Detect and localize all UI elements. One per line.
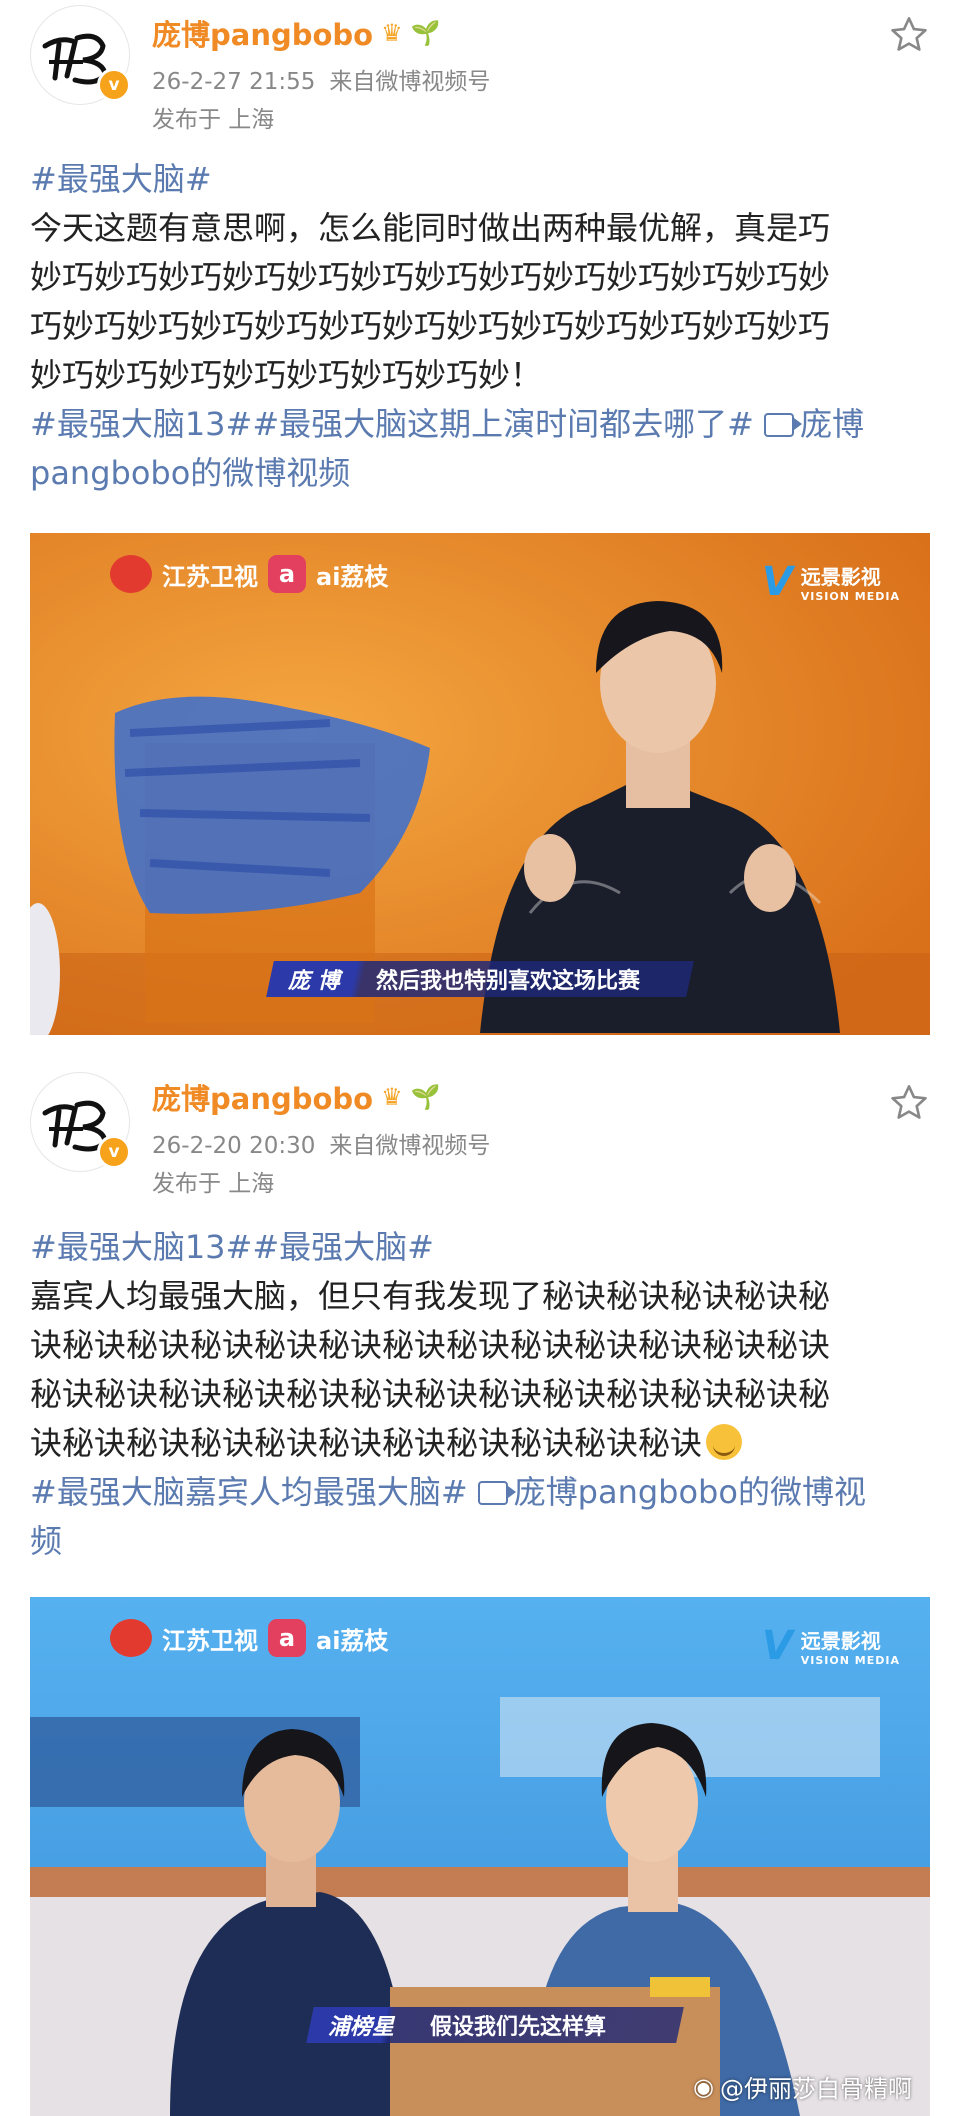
post-body: #最强大脑13##最强大脑# 嘉宾人均最强大脑，但只有我发现了秘诀秘诀秘诀秘诀秘…	[30, 1223, 910, 1566]
post-datetime: 26-2-27 21:55	[152, 69, 316, 95]
post-text-line: 嘉宾人均最强大脑，但只有我发现了秘诀秘诀秘诀秘诀秘	[30, 1277, 831, 1315]
platform-name: ai荔枝	[316, 562, 389, 591]
author-row: 庞博pangbobo ♛ 🌱	[152, 12, 441, 54]
hashtag-link[interactable]: #最强大脑#	[30, 155, 910, 204]
producer-name: 远景影视	[800, 565, 881, 589]
post-datetime: 26-2-20 20:30	[152, 1133, 316, 1159]
post-text-line: 妙巧妙巧妙巧妙巧妙巧妙巧妙巧妙巧妙巧妙巧妙巧妙巧妙	[30, 258, 831, 296]
channel-logos: 江苏卫视 a ai荔枝	[110, 1619, 388, 1657]
verified-badge-icon: v	[97, 1135, 131, 1169]
star-icon[interactable]	[888, 14, 930, 56]
hashtag-link[interactable]: #最强大脑嘉宾人均最强大脑#	[30, 1473, 468, 1511]
username[interactable]: 庞博pangbobo	[152, 1076, 373, 1118]
username[interactable]: 庞博pangbobo	[152, 12, 373, 54]
channel-name: 江苏卫视	[162, 1626, 258, 1655]
subtitle-speaker: 庞 博	[288, 969, 340, 994]
hashtag-link[interactable]: #最强大脑13##最强大脑这期上演时间都去哪了#	[30, 405, 754, 443]
smile-emoji-icon	[706, 1424, 743, 1460]
video-frame	[30, 533, 930, 1035]
avatar[interactable]: v	[30, 5, 131, 105]
weibo-logo-icon: ◉	[693, 2072, 714, 2101]
ai-lizhi-logo-icon: a	[268, 1619, 306, 1657]
avatar[interactable]: v	[30, 1072, 131, 1172]
video-link-icon	[763, 413, 802, 437]
subtitle-text: 假设我们先这样算	[430, 2015, 607, 2040]
post-source[interactable]: 来自微博视频号	[329, 69, 490, 95]
channel-logos: 江苏卫视 a ai荔枝	[110, 555, 388, 593]
post-location: 发布于 上海	[152, 1171, 275, 1197]
producer-logo: V 远景影视 VISION MEDIA	[762, 559, 900, 605]
video-link[interactable]: 庞博	[800, 405, 864, 443]
verified-badge-icon: v	[97, 68, 131, 102]
video-link[interactable]: pangbobo的微博视频	[30, 449, 910, 498]
video-link-icon	[477, 1481, 516, 1505]
post-location: 发布于 上海	[152, 107, 275, 133]
video-player[interactable]: 江苏卫视 a ai荔枝 V 远景影视 VISION MEDIA 浦榜星 假设我们先…	[30, 1597, 930, 2116]
post-text-line: 诀秘诀秘诀秘诀秘诀秘诀秘诀秘诀秘诀秘诀秘诀	[30, 1424, 703, 1462]
author-row: 庞博pangbobo ♛ 🌱	[152, 1076, 441, 1118]
video-subtitle: 浦榜星 假设我们先这样算	[306, 2007, 684, 2043]
watermark-text: @伊丽莎白骨精啊	[720, 2075, 912, 2103]
vision-media-logo-icon: V	[761, 559, 793, 605]
vision-media-logo-icon: V	[761, 1623, 793, 1669]
star-icon[interactable]	[888, 1082, 930, 1124]
producer-name-en: VISION MEDIA	[800, 590, 900, 603]
video-subtitle: 庞 博 然后我也特别喜欢这场比赛	[266, 961, 694, 997]
post-text-line: 巧妙巧妙巧妙巧妙巧妙巧妙巧妙巧妙巧妙巧妙巧妙巧妙巧	[30, 307, 831, 345]
post-text-line: 妙巧妙巧妙巧妙巧妙巧妙巧妙巧妙！	[30, 356, 543, 394]
jiangsu-tv-logo-icon	[110, 555, 152, 593]
watermark: ◉ @伊丽莎白骨精啊	[693, 2069, 912, 2104]
post-text-line: 今天这题有意思啊，怎么能同时做出两种最优解，真是巧	[30, 209, 831, 247]
post-source[interactable]: 来自微博视频号	[329, 1133, 490, 1159]
post-meta: 26-2-27 21:55 来自微博视频号	[152, 62, 490, 96]
ai-lizhi-logo-icon: a	[268, 555, 306, 593]
sprout-icon: 🌱	[410, 19, 441, 47]
post-text-line: 诀秘诀秘诀秘诀秘诀秘诀秘诀秘诀秘诀秘诀秘诀秘诀秘诀	[30, 1326, 831, 1364]
platform-name: ai荔枝	[316, 1626, 389, 1655]
producer-name-en: VISION MEDIA	[800, 1654, 900, 1667]
post-text-line: 秘诀秘诀秘诀秘诀秘诀秘诀秘诀秘诀秘诀秘诀秘诀秘诀秘	[30, 1375, 831, 1413]
crown-icon: ♛	[381, 19, 403, 47]
jiangsu-tv-logo-icon	[110, 1619, 152, 1657]
producer-logo: V 远景影视 VISION MEDIA	[762, 1623, 900, 1669]
subtitle-text: 然后我也特别喜欢这场比赛	[375, 969, 640, 994]
sprout-icon: 🌱	[410, 1083, 441, 1111]
video-link[interactable]: 庞博pangbobo的微博视	[514, 1473, 866, 1511]
video-player[interactable]: 江苏卫视 a ai荔枝 V 远景影视 VISION MEDIA 庞 博 然后我也特…	[30, 533, 930, 1035]
producer-name: 远景影视	[800, 1629, 881, 1653]
video-link[interactable]: 频	[30, 1517, 910, 1566]
post-meta: 26-2-20 20:30 来自微博视频号	[152, 1126, 490, 1160]
subtitle-speaker: 浦榜星	[328, 2015, 395, 2040]
crown-icon: ♛	[381, 1083, 403, 1111]
post-body: #最强大脑# 今天这题有意思啊，怎么能同时做出两种最优解，真是巧 妙巧妙巧妙巧妙…	[30, 155, 910, 498]
hashtag-link[interactable]: #最强大脑13##最强大脑#	[30, 1223, 910, 1272]
channel-name: 江苏卫视	[162, 562, 258, 591]
